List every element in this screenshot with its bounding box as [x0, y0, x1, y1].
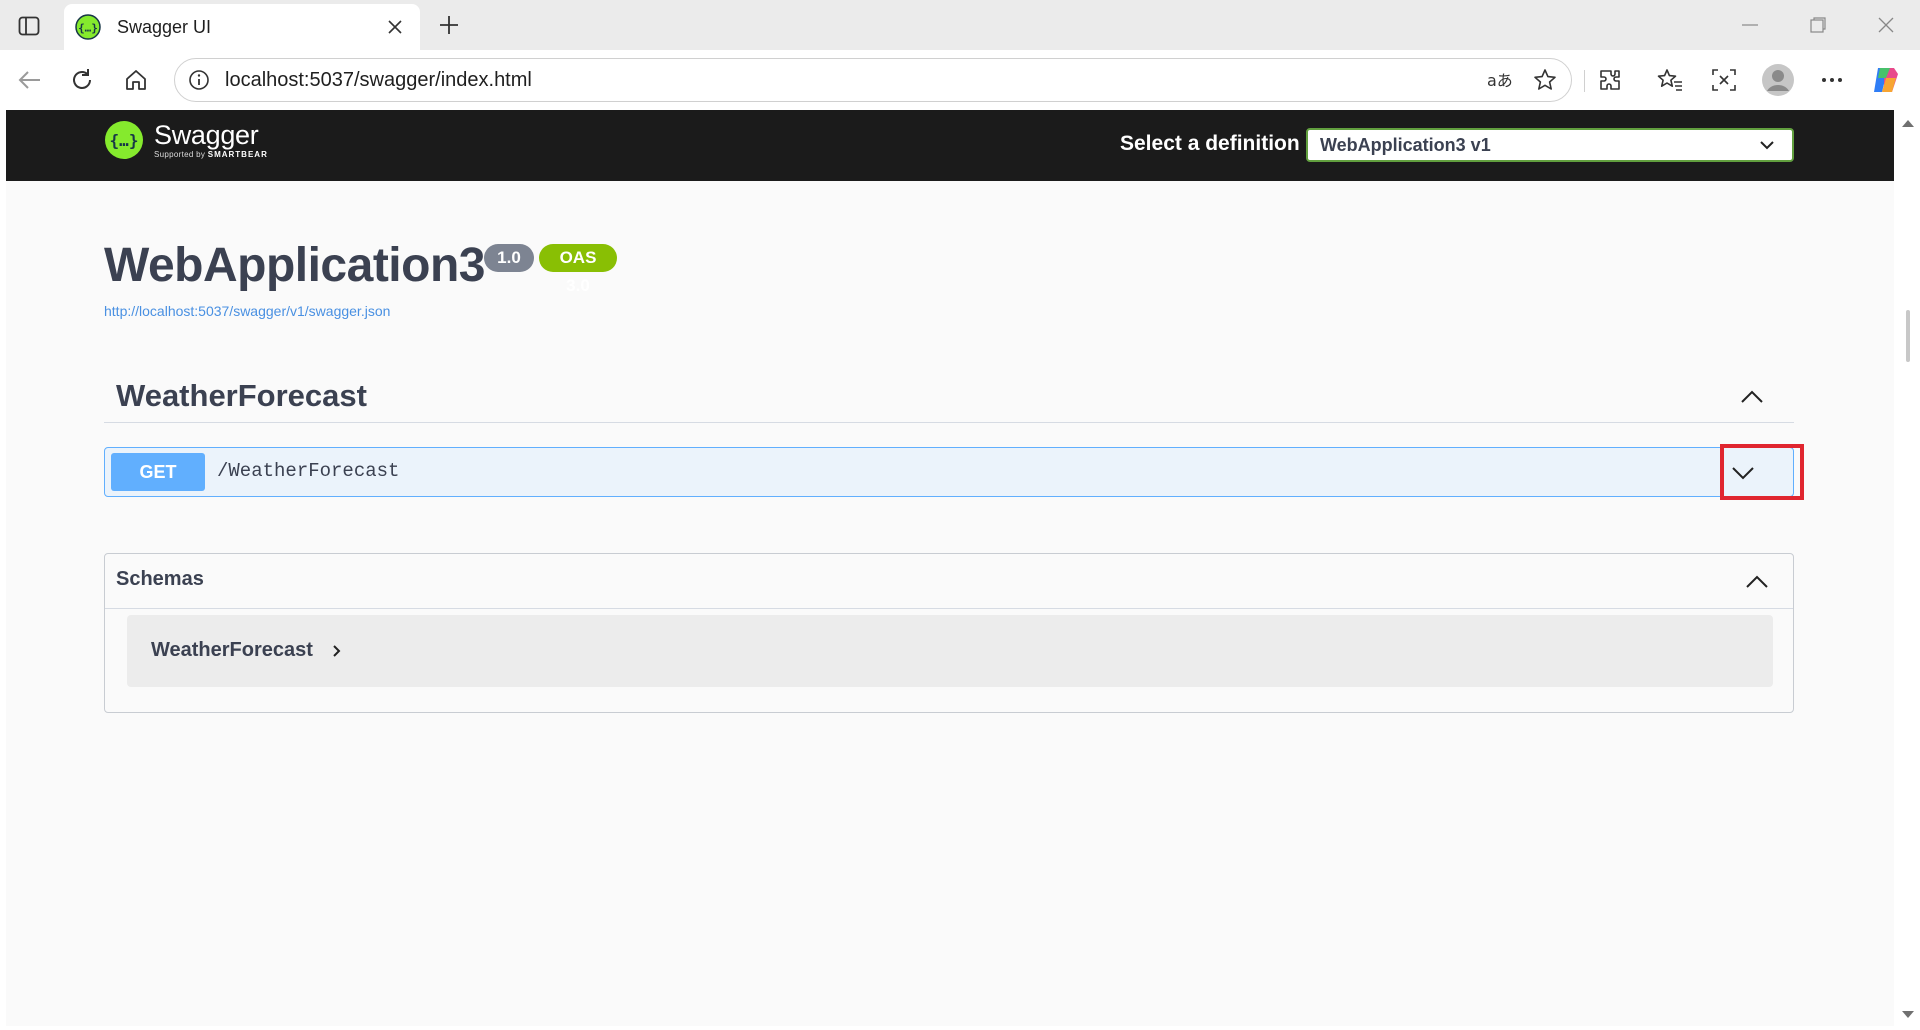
close-window-icon[interactable]: [1866, 8, 1906, 42]
definition-select[interactable]: WebApplication3 v1: [1306, 128, 1794, 162]
tag-section-header[interactable]: WeatherForecast: [104, 368, 1794, 423]
home-icon[interactable]: [118, 62, 154, 98]
star-icon[interactable]: [1527, 62, 1563, 98]
method-badge: GET: [111, 453, 205, 491]
avatar-icon[interactable]: [1760, 62, 1796, 98]
minimize-icon[interactable]: [1730, 8, 1770, 42]
chevron-down-icon: [1752, 130, 1782, 160]
tab-title: Swagger UI: [117, 16, 212, 37]
chevron-up-icon[interactable]: [1739, 563, 1775, 599]
operation-path: /WeatherForecast: [217, 460, 400, 482]
operation-get-weatherforecast[interactable]: GET /WeatherForecast: [104, 447, 1794, 497]
svg-text:{…}: {…}: [78, 22, 98, 35]
swagger-topbar: {…} Swagger Supported by SMARTBEAR Selec…: [6, 110, 1894, 181]
window-bottom-edge: [0, 1026, 1920, 1030]
schemas-header[interactable]: Schemas: [105, 554, 1793, 609]
translate-icon[interactable]: aあ: [1483, 62, 1519, 98]
schemas-title: Schemas: [116, 568, 204, 590]
address-url[interactable]: localhost:5037/swagger/index.html: [225, 69, 1483, 92]
back-arrow-icon[interactable]: [12, 62, 48, 98]
refresh-icon[interactable]: [64, 62, 100, 98]
api-title: WebApplication3: [104, 239, 485, 292]
tab-actions-icon[interactable]: [14, 11, 44, 41]
scroll-down-arrow-icon[interactable]: [1902, 1011, 1914, 1018]
swagger-logo-icon: {…}: [105, 121, 143, 159]
screenshot-icon[interactable]: [1706, 62, 1742, 98]
select-definition-label: Select a definition: [1120, 132, 1300, 155]
svg-text:aあ: aあ: [1487, 71, 1513, 90]
browser-tab[interactable]: {…} Swagger UI: [64, 4, 420, 50]
chevron-up-icon[interactable]: [1734, 378, 1770, 414]
copilot-icon[interactable]: [1868, 62, 1904, 98]
browser-toolbar: localhost:5037/swagger/index.html aあ: [0, 50, 1920, 110]
model-name: WeatherForecast: [151, 639, 313, 661]
oas-badge: OAS 3.0: [539, 244, 617, 295]
scroll-up-arrow-icon[interactable]: [1902, 120, 1914, 127]
scroll-thumb[interactable]: [1906, 310, 1910, 362]
version-badge: 1.0: [484, 244, 534, 272]
browser-tab-bar: {…} Swagger UI: [0, 0, 1920, 50]
new-tab-plus-icon[interactable]: [432, 8, 466, 42]
swagger-logo-sub: Supported by SMARTBEAR: [154, 150, 268, 159]
favorites-icon[interactable]: [1652, 62, 1688, 98]
tag-title: WeatherForecast: [116, 378, 367, 413]
page-viewport: {…} Swagger Supported by SMARTBEAR Selec…: [6, 110, 1894, 1026]
puzzle-icon[interactable]: [1592, 62, 1628, 98]
swagger-favicon-icon: {…}: [75, 14, 101, 40]
highlight-annotation: [1720, 444, 1804, 500]
model-row[interactable]: WeatherForecast: [127, 615, 1773, 687]
swagger-logo[interactable]: {…} Swagger Supported by SMARTBEAR: [104, 120, 268, 160]
page-scrollbar[interactable]: [1894, 110, 1920, 1026]
spec-url-link[interactable]: http://localhost:5037/swagger/v1/swagger…: [104, 303, 390, 319]
svg-text:{…}: {…}: [110, 131, 139, 150]
restore-icon[interactable]: [1798, 8, 1838, 42]
address-bar[interactable]: localhost:5037/swagger/index.html aあ: [174, 58, 1572, 102]
info-icon[interactable]: [187, 68, 211, 92]
definition-select-value: WebApplication3 v1: [1320, 134, 1491, 155]
close-tab-icon[interactable]: [380, 12, 410, 42]
toolbar-separator: [1584, 70, 1585, 92]
schemas-section: Schemas WeatherForecast: [104, 553, 1794, 713]
chevron-right-icon[interactable]: [327, 641, 347, 661]
swagger-logo-name: Swagger: [154, 120, 259, 150]
more-icon[interactable]: [1814, 62, 1850, 98]
